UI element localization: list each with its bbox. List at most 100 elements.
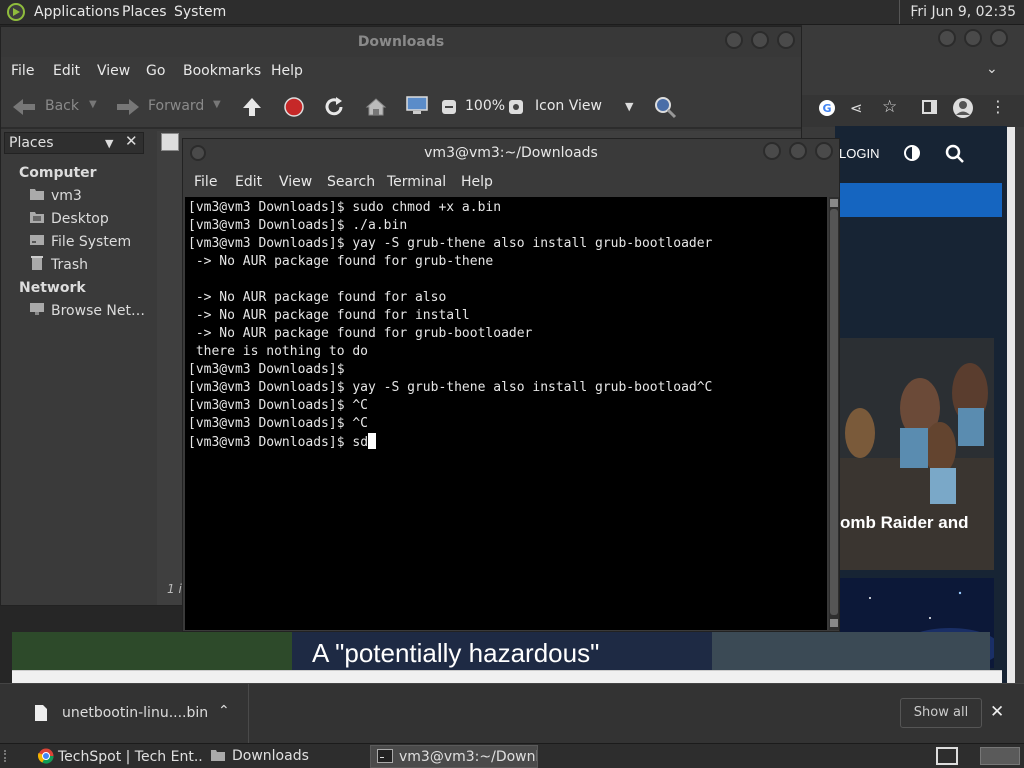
close-sidebar-icon[interactable]: ✕ (125, 132, 138, 150)
places-menu[interactable]: Places (122, 4, 167, 20)
reload-icon[interactable] (323, 96, 345, 118)
location-edit-icon[interactable] (161, 133, 179, 151)
dark-mode-icon[interactable] (903, 144, 921, 162)
forward-arrow-icon[interactable] (115, 97, 141, 117)
network-icon (29, 302, 45, 316)
taskbar-item-downloads[interactable]: Downloads (204, 745, 364, 768)
menu-terminal[interactable]: Terminal (387, 174, 446, 190)
close-button[interactable] (990, 29, 1008, 47)
menu-file[interactable]: File (194, 174, 217, 190)
forward-history-chevron-icon[interactable]: ▼ (213, 99, 221, 110)
taskbar-handle (4, 750, 18, 762)
menu-bookmarks[interactable]: Bookmarks (183, 63, 261, 79)
taskbar-item-terminal[interactable]: vm3@vm3:~/Downl... (370, 745, 538, 768)
download-filename[interactable]: unetbootin-linu....bin (62, 705, 208, 721)
terminal-window: vm3@vm3:~/Downloads File Edit View Searc… (182, 138, 840, 632)
clock[interactable]: Fri Jun 9, 02:35 (899, 0, 1024, 24)
terminal-line: -> No AUR package found for grub-bootloa… (195, 326, 533, 341)
menu-help[interactable]: Help (461, 174, 493, 190)
maximize-button[interactable] (751, 31, 769, 49)
sidebar-item-browse-network[interactable]: Browse Net… (51, 303, 145, 319)
maximize-button[interactable] (964, 29, 982, 47)
terminal-line: [vm3@vm3 Downloads]$ sudo chmod +x a.bin (188, 200, 502, 215)
back-history-chevron-icon[interactable]: ▼ (89, 99, 97, 110)
article-image-left[interactable] (12, 632, 292, 670)
google-icon[interactable]: G (818, 99, 836, 117)
search-icon[interactable] (945, 144, 965, 164)
sidebar-item-trash[interactable]: Trash (51, 257, 88, 273)
zoom-in-icon[interactable] (508, 99, 524, 115)
scroll-down-arrow-icon[interactable] (830, 619, 838, 627)
taskbar-label: TechSpot | Tech Ent... (58, 749, 202, 765)
download-options-chevron-icon[interactable]: ⌃ (218, 703, 230, 719)
back-arrow-icon[interactable] (11, 97, 37, 117)
terminal-prompt-line[interactable]: [vm3@vm3 Downloads]$ sd (188, 433, 827, 452)
taskbar-item-techspot[interactable]: TechSpot | Tech Ent... (32, 745, 202, 768)
sidebar-item-desktop[interactable]: Desktop (51, 211, 109, 227)
bookmark-star-icon[interactable]: ☆ (882, 97, 897, 117)
minimize-button[interactable] (938, 29, 956, 47)
sidebar-header[interactable]: Places ▼ (4, 132, 144, 154)
terminal-line: [vm3@vm3 Downloads]$ yay -S grub-thene a… (188, 380, 713, 395)
sidebar-item-filesystem[interactable]: File System (51, 234, 131, 250)
scroll-up-arrow-icon[interactable] (830, 199, 838, 207)
sidebar-type-chevron-icon[interactable]: ▼ (105, 137, 113, 150)
share-icon[interactable]: ⋖ (850, 99, 863, 117)
article-banner: A "potentially hazardous" (12, 632, 990, 670)
view-mode-chevron-icon[interactable]: ▼ (625, 100, 633, 113)
search-icon[interactable] (653, 95, 677, 119)
menu-edit[interactable]: Edit (53, 63, 80, 79)
more-menu-icon[interactable]: ⋮ (990, 97, 1006, 116)
home-icon[interactable] (365, 96, 387, 118)
terminal-line: [vm3@vm3 Downloads]$ ./a.bin (188, 218, 408, 233)
zoom-out-icon[interactable] (441, 99, 457, 115)
top-panel: Applications Places System Fri Jun 9, 02… (0, 0, 1024, 25)
terminal-line: -> No AUR package found for grub-thene (195, 254, 494, 269)
zoom-level[interactable]: 100% (465, 98, 505, 114)
system-menu[interactable]: System (174, 4, 226, 20)
login-link[interactable]: LOGIN (839, 146, 879, 161)
view-mode-select[interactable]: Icon View (535, 98, 602, 114)
sidepanel-icon[interactable] (922, 100, 937, 114)
close-button[interactable] (777, 31, 795, 49)
show-all-button[interactable]: Show all (900, 698, 982, 728)
sidebar-header-label: Places (9, 135, 54, 151)
menu-view[interactable]: View (279, 174, 312, 190)
terminal-output[interactable]: [vm3@vm3 Downloads]$ sudo chmod +x a.bin… (185, 197, 827, 630)
text-cursor (368, 433, 377, 449)
window-title[interactable]: Downloads (1, 27, 801, 57)
applications-menu[interactable]: Applications (34, 4, 120, 20)
terminal-scrollbar[interactable] (829, 197, 839, 630)
scrollbar-thumb[interactable] (830, 209, 838, 615)
menu-view[interactable]: View (97, 63, 130, 79)
trash-icon (30, 255, 44, 271)
article-thumbnail[interactable]: omb Raider and (840, 338, 994, 570)
sidebar-section-network: Network (19, 280, 86, 296)
workspace-switcher[interactable] (980, 747, 1020, 765)
forward-button[interactable]: Forward (148, 98, 204, 114)
back-button[interactable]: Back (45, 98, 79, 114)
stop-icon[interactable] (283, 96, 305, 118)
menu-edit[interactable]: Edit (235, 174, 262, 190)
menu-help[interactable]: Help (271, 63, 303, 79)
up-arrow-icon[interactable] (241, 96, 263, 118)
article-headline-side[interactable]: omb Raider and (840, 513, 968, 533)
command-input[interactable]: sd (352, 435, 368, 450)
tab-list-chevron-icon[interactable]: ⌄ (986, 61, 998, 77)
profile-avatar-icon[interactable] (952, 97, 974, 119)
menu-go[interactable]: Go (146, 63, 165, 79)
computer-icon[interactable] (405, 95, 429, 117)
horizontal-scrollbar[interactable] (12, 670, 1002, 683)
show-desktop-icon[interactable] (936, 747, 958, 765)
menu-file[interactable]: File (11, 63, 34, 79)
terminal-line: [vm3@vm3 Downloads]$ yay -S grub-thene a… (188, 236, 713, 251)
close-download-bar-icon[interactable]: ✕ (990, 702, 1004, 722)
minimize-button[interactable] (725, 31, 743, 49)
menu-search[interactable]: Search (327, 174, 375, 190)
distro-logo-icon[interactable] (6, 3, 26, 21)
article-headline[interactable]: A "potentially hazardous" (312, 638, 599, 669)
terminal-line: [vm3@vm3 Downloads]$ (188, 362, 345, 377)
sidebar-item-vm3[interactable]: vm3 (51, 188, 82, 204)
taskbar-label: vm3@vm3:~/Downl... (399, 749, 538, 765)
taskbar: TechSpot | Tech Ent... Downloads vm3@vm3… (0, 743, 1024, 768)
